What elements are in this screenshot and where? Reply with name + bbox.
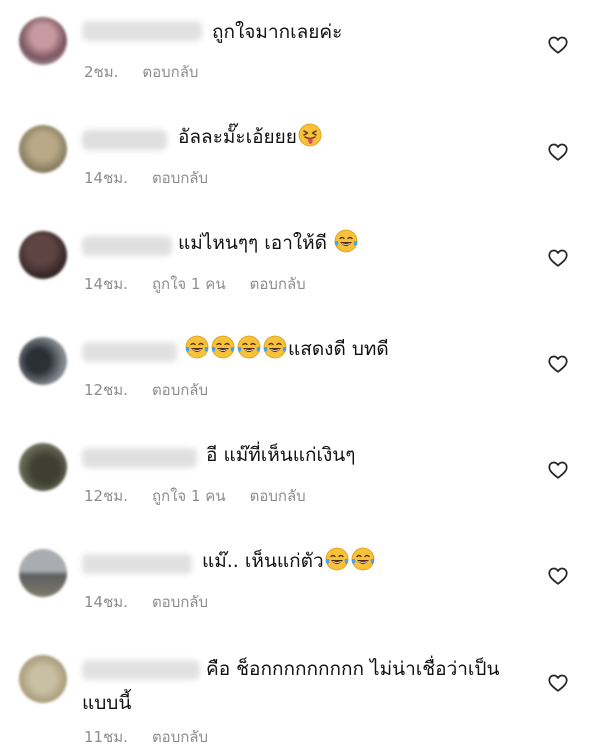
avatar[interactable] (19, 549, 67, 597)
reply-button[interactable]: ตอบกลับ (152, 725, 208, 749)
tears-of-joy-emoji (185, 335, 209, 359)
comment-text: อัลละมั๊ะเอ้ยยย (178, 126, 297, 148)
avatar[interactable] (19, 125, 67, 173)
comment-text: แม่ไหนๆๆ เอาให้ดี (178, 232, 328, 254)
comment-text-row: อัลละมั๊ะเอ้ยยย (178, 122, 323, 152)
comment-text-row: แม่ไหนๆๆ เอาให้ดี (178, 228, 359, 258)
comment-item: อี แม๊ที่เห็นแก่เงินๆ 12ชม. ถูกใจ 1 คน ต… (0, 424, 600, 530)
comment-meta: 12ชม. ตอบกลับ (84, 378, 208, 402)
comment-text: อี แม๊ที่เห็นแก่เงินๆ (206, 444, 356, 466)
likes-count[interactable]: ถูกใจ 1 คน (152, 272, 226, 296)
comment-time: 11ชม. (84, 728, 128, 746)
tears-of-joy-emoji (334, 229, 358, 253)
comment-text-row: แม๊.. เห็นแก่ตัว (202, 546, 376, 576)
heart-outline-icon[interactable] (547, 459, 569, 481)
comment-text: แม๊.. เห็นแก่ตัว (202, 550, 324, 572)
tears-of-joy-emoji (263, 335, 287, 359)
tears-of-joy-emoji (351, 547, 375, 571)
comment-item: ถูกใจมากเลยค่ะ 2ชม. ตอบกลับ (0, 0, 600, 106)
comment-item: แม่ไหนๆๆ เอาให้ดี 14ชม. ถูกใจ 1 คน ตอบกล… (0, 212, 600, 318)
comment-time: 14ชม. (84, 275, 128, 293)
comment-item: อัลละมั๊ะเอ้ยยย 14ชม. ตอบกลับ (0, 106, 600, 212)
comment-time: 12ชม. (84, 381, 128, 399)
heart-outline-icon[interactable] (547, 247, 569, 269)
heart-outline-icon[interactable] (547, 353, 569, 375)
comment-text-row: แสดงดี บทดี (184, 334, 389, 364)
comment-meta: 14ชม. ถูกใจ 1 คน ตอบกลับ (84, 272, 306, 296)
comment-time: 2ชม. (84, 63, 119, 81)
comment-time: 14ชม. (84, 169, 128, 187)
comment-meta: 2ชม. ตอบกลับ (84, 60, 198, 84)
username-blurred[interactable] (82, 448, 197, 468)
avatar[interactable] (19, 231, 67, 279)
comment-text: แสดงดี บทดี (288, 338, 389, 360)
comment-item: แสดงดี บทดี 12ชม. ตอบกลับ (0, 318, 600, 424)
username-blurred[interactable] (82, 660, 200, 680)
tears-of-joy-emoji (325, 547, 349, 571)
comment-text: คือ ช็อกกกกกกกกก ไม่น่าเชื่อว่าเป็น (206, 658, 500, 680)
reply-button[interactable]: ตอบกลับ (142, 60, 198, 84)
likes-count[interactable]: ถูกใจ 1 คน (152, 484, 226, 508)
username-blurred[interactable] (82, 342, 177, 362)
comment-text: ถูกใจมากเลยค่ะ (212, 21, 343, 43)
avatar[interactable] (19, 337, 67, 385)
username-blurred[interactable] (82, 554, 192, 574)
comment-meta: 14ชม. ตอบกลับ (84, 166, 208, 190)
reply-button[interactable]: ตอบกลับ (250, 484, 306, 508)
reply-button[interactable]: ตอบกลับ (152, 590, 208, 614)
avatar[interactable] (19, 443, 67, 491)
comment-meta: 12ชม. ถูกใจ 1 คน ตอบกลับ (84, 484, 306, 508)
reply-button[interactable]: ตอบกลับ (152, 378, 208, 402)
comment-meta: 14ชม. ตอบกลับ (84, 590, 208, 614)
comment-time: 12ชม. (84, 487, 128, 505)
comment-meta: 11ชม. ตอบกลับ (84, 725, 208, 749)
heart-outline-icon[interactable] (547, 141, 569, 163)
tears-of-joy-emoji (237, 335, 261, 359)
heart-outline-icon[interactable] (547, 565, 569, 587)
reply-button[interactable]: ตอบกลับ (152, 166, 208, 190)
username-blurred[interactable] (82, 130, 167, 150)
comment-item: แม๊.. เห็นแก่ตัว 14ชม. ตอบกลับ (0, 530, 600, 636)
comment-text-continued: แบบนี้ (82, 692, 132, 714)
avatar[interactable] (19, 655, 67, 703)
comment-text-row: คือ ช็อกกกกกกกกก ไม่น่าเชื่อว่าเป็น แบบน… (82, 652, 536, 714)
comment-item: คือ ช็อกกกกกกกกก ไม่น่าเชื่อว่าเป็น แบบน… (0, 636, 600, 746)
comment-time: 14ชม. (84, 593, 128, 611)
avatar[interactable] (19, 17, 67, 65)
username-blurred[interactable] (82, 236, 172, 256)
tears-of-joy-emoji (211, 335, 235, 359)
comment-list: ถูกใจมากเลยค่ะ 2ชม. ตอบกลับ อัลละมั๊ะเอ้… (0, 0, 600, 752)
heart-outline-icon[interactable] (547, 34, 569, 56)
username-blurred[interactable] (82, 21, 202, 41)
winking-tongue-emoji (298, 123, 322, 147)
reply-button[interactable]: ตอบกลับ (250, 272, 306, 296)
heart-outline-icon[interactable] (547, 672, 569, 694)
